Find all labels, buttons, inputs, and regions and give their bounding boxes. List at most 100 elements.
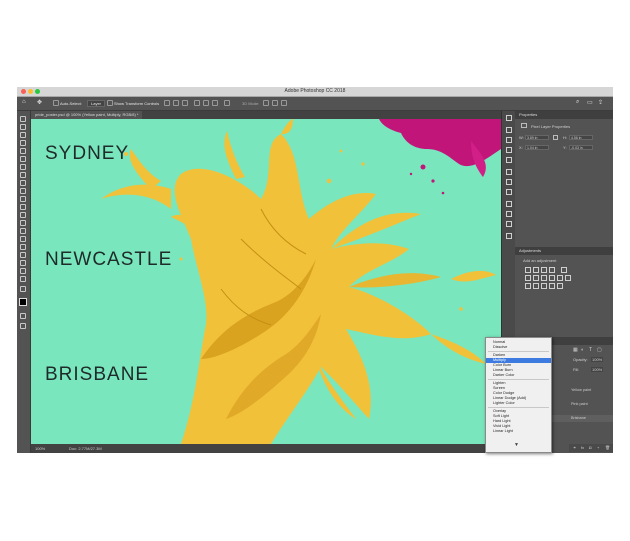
- selective-color-icon[interactable]: [549, 283, 555, 289]
- scroll-down-icon[interactable]: ▼: [514, 442, 519, 448]
- share-icon[interactable]: ⇪: [598, 99, 603, 106]
- history-panel-icon[interactable]: [506, 115, 512, 121]
- hue-saturation-icon[interactable]: [525, 275, 531, 281]
- threshold-icon[interactable]: [541, 283, 547, 289]
- document-tab[interactable]: pride_poster.psd @ 100% (Yellow paint, M…: [31, 111, 143, 119]
- lasso-tool-icon[interactable]: [20, 132, 26, 138]
- auto-select-dropdown[interactable]: Layer: [87, 100, 106, 107]
- blend-item-linear-light[interactable]: Linear Light: [486, 429, 551, 434]
- adjustments-panel-header[interactable]: Adjustments: [515, 247, 613, 255]
- color-balance-icon[interactable]: [533, 275, 539, 281]
- invert-icon[interactable]: [525, 283, 531, 289]
- y-field[interactable]: -0.03 in: [569, 145, 593, 150]
- photo-filter-icon[interactable]: [549, 275, 555, 281]
- blend-item-darker-color[interactable]: Darker Color: [486, 373, 551, 378]
- actions-panel-icon[interactable]: [506, 221, 512, 227]
- paths-panel-icon[interactable]: [506, 201, 512, 207]
- trash-icon[interactable]: 🗑: [605, 445, 610, 450]
- libraries-panel-icon[interactable]: [506, 147, 512, 153]
- blend-item-lighter-color[interactable]: Lighter Color: [486, 401, 551, 406]
- character-panel-icon[interactable]: [506, 169, 512, 175]
- quick-mask-icon[interactable]: [20, 313, 26, 319]
- zoom-tool-icon[interactable]: [20, 276, 26, 282]
- glyphs-panel-icon[interactable]: [506, 189, 512, 195]
- align-middle-icon[interactable]: [203, 100, 209, 106]
- frame-tool-icon[interactable]: [20, 156, 26, 162]
- blur-tool-icon[interactable]: [20, 220, 26, 226]
- distribute-icon[interactable]: [224, 100, 230, 106]
- filter-shape-icon[interactable]: ▢: [597, 347, 602, 353]
- blend-item-dissolve[interactable]: Dissolve: [486, 345, 551, 350]
- hand-tool-icon[interactable]: [20, 268, 26, 274]
- levels-icon[interactable]: [533, 267, 539, 273]
- home-icon[interactable]: ⌂: [22, 99, 26, 105]
- move-tool-icon[interactable]: ✥: [37, 99, 42, 106]
- move-tool-icon[interactable]: [20, 116, 26, 122]
- dodge-tool-icon[interactable]: [20, 228, 26, 234]
- search-icon[interactable]: ⌕: [576, 99, 579, 106]
- type-tool-icon[interactable]: [20, 244, 26, 250]
- curves-icon[interactable]: [541, 267, 547, 273]
- marquee-tool-icon[interactable]: [20, 124, 26, 130]
- screen-mode-icon[interactable]: [20, 323, 26, 329]
- pen-tool-icon[interactable]: [20, 236, 26, 242]
- opacity-field[interactable]: 100%: [591, 357, 604, 362]
- filter-pixel-icon[interactable]: ▦: [573, 347, 578, 353]
- link-layers-icon[interactable]: ⚭: [573, 445, 576, 450]
- shape-tool-icon[interactable]: [20, 260, 26, 266]
- align-right-icon[interactable]: [182, 100, 188, 106]
- 3d-roll-icon[interactable]: [272, 100, 278, 106]
- info-panel-icon[interactable]: [506, 233, 512, 239]
- brightness-contrast-icon[interactable]: [525, 267, 531, 273]
- 3d-orbit-icon[interactable]: [263, 100, 269, 106]
- eraser-tool-icon[interactable]: [20, 204, 26, 210]
- healing-brush-tool-icon[interactable]: [20, 172, 26, 178]
- color-panel-icon[interactable]: [506, 127, 512, 133]
- quick-select-tool-icon[interactable]: [20, 140, 26, 146]
- show-transform-checkbox[interactable]: [107, 100, 113, 106]
- 3d-pan-icon[interactable]: [281, 100, 287, 106]
- exposure-icon[interactable]: [549, 267, 555, 273]
- align-bottom-icon[interactable]: [212, 100, 218, 106]
- brushes-panel-icon[interactable]: [506, 157, 512, 163]
- layer-filter-icons[interactable]: ▦ ◐ T ▢: [573, 347, 609, 353]
- swatches-panel-icon[interactable]: [506, 137, 512, 143]
- foreground-color-swatch[interactable]: [19, 298, 27, 306]
- filter-adjustment-icon[interactable]: ◐: [581, 347, 584, 353]
- align-top-icon[interactable]: [194, 100, 200, 106]
- brush-tool-icon[interactable]: [20, 180, 26, 186]
- document-canvas[interactable]: SYDNEY NEWCASTLE BRISBANE: [31, 119, 501, 444]
- posterize-icon[interactable]: [533, 283, 539, 289]
- zoom-level[interactable]: 100%: [35, 446, 45, 451]
- align-left-icon[interactable]: [164, 100, 170, 106]
- gradient-tool-icon[interactable]: [20, 212, 26, 218]
- workspace-icon[interactable]: ▭: [587, 99, 593, 106]
- align-center-icon[interactable]: [173, 100, 179, 106]
- height-field[interactable]: 4.56 in: [569, 135, 593, 140]
- clone-stamp-tool-icon[interactable]: [20, 188, 26, 194]
- eyedropper-tool-icon[interactable]: [20, 164, 26, 170]
- black-white-icon[interactable]: [541, 275, 547, 281]
- crop-tool-icon[interactable]: [20, 148, 26, 154]
- blend-mode-menu[interactable]: Normal Dissolve Darken Multiply Color Bu…: [485, 337, 552, 453]
- channel-mixer-icon[interactable]: [557, 275, 563, 281]
- path-select-tool-icon[interactable]: [20, 252, 26, 258]
- fx-icon[interactable]: fx: [581, 445, 584, 450]
- x-field[interactable]: 1.04 in: [525, 145, 549, 150]
- mask-icon[interactable]: ◘: [589, 445, 591, 450]
- fill-field[interactable]: 100%: [591, 367, 604, 372]
- auto-select-checkbox[interactable]: [53, 100, 59, 106]
- channels-panel-icon[interactable]: [506, 211, 512, 217]
- properties-panel-header[interactable]: Properties: [515, 111, 613, 119]
- filter-type-icon[interactable]: T: [589, 347, 592, 353]
- link-icon[interactable]: [553, 135, 558, 140]
- new-layer-icon[interactable]: +: [597, 445, 599, 450]
- more-tools-icon[interactable]: [20, 286, 26, 292]
- vibrance-icon[interactable]: [561, 267, 567, 273]
- color-lookup-icon[interactable]: [565, 275, 571, 281]
- history-brush-tool-icon[interactable]: [20, 196, 26, 202]
- menu-divider: [488, 351, 549, 352]
- paragraph-panel-icon[interactable]: [506, 179, 512, 185]
- gradient-map-icon[interactable]: [557, 283, 563, 289]
- width-field[interactable]: 3.89 in: [525, 135, 549, 140]
